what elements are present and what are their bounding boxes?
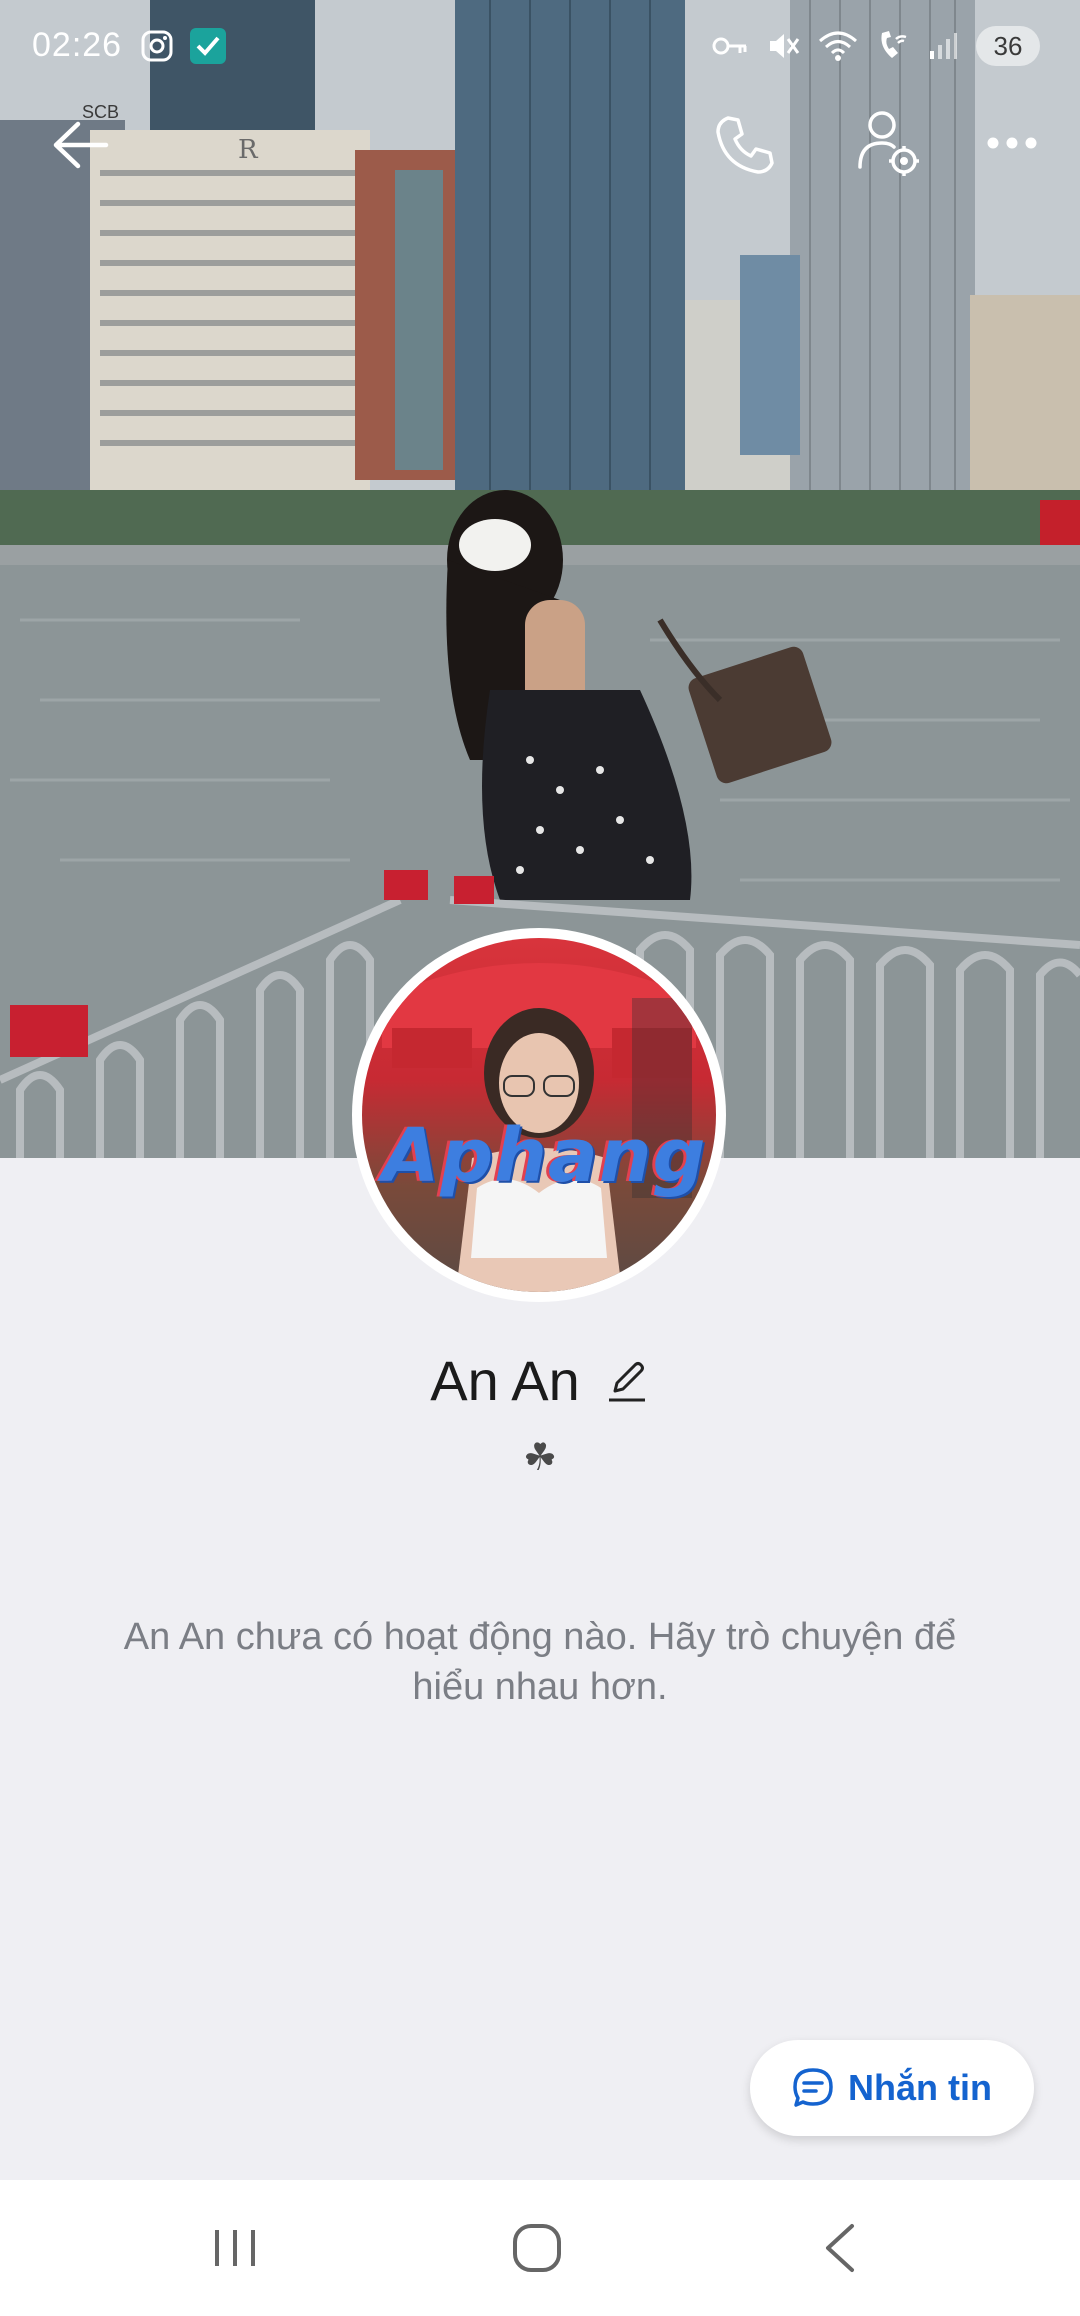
hotel-letter: R [238,135,259,165]
more-dots-icon [987,137,1037,149]
nav-back-icon [826,2224,854,2272]
status-right-icons: 36 [712,24,1040,68]
user-settings-icon [858,111,919,176]
back-arrow-icon [53,121,109,169]
verified-app-icon [190,28,226,64]
send-message-label: Nhắn tin [848,2067,992,2108]
recent-apps-button[interactable] [175,2180,295,2316]
avatar-photo: Aphang [362,938,716,1292]
call-button[interactable] [705,108,785,182]
status-left-icons [140,26,228,66]
more-options-button[interactable] [975,118,1049,168]
avatar-watermark: Aphang [382,1113,707,1199]
edit-name-button[interactable] [604,1356,650,1406]
wifi-calling-icon [881,31,907,58]
profile-avatar[interactable]: Aphang [352,928,726,1302]
profile-settings-button[interactable] [845,104,935,184]
battery-indicator: 36 [976,26,1040,66]
status-bar: 02:26 36 [0,0,1080,95]
phone-icon [716,116,774,174]
nav-back-button[interactable] [780,2180,900,2316]
profile-name: An An [430,1349,580,1412]
recent-apps-icon [215,2230,255,2266]
mute-icon [770,34,800,58]
empty-activity-message: An An chưa có hoạt động nào. Hãy trò chu… [123,1616,957,1708]
home-icon [513,2224,561,2272]
chat-bubble-icon [793,2068,833,2107]
system-navigation-bar [0,2180,1080,2316]
vpn-key-icon [712,37,747,55]
signal-icon [930,33,957,59]
instagram-icon [141,30,173,62]
wifi-icon [819,31,857,61]
home-button[interactable] [477,2180,597,2316]
pencil-icon [608,1361,645,1401]
back-button[interactable] [40,110,120,180]
status-emoji: ☘ [522,1435,558,1479]
profile-name-row: An An [0,1348,1080,1413]
send-message-button[interactable]: Nhắn tin [750,2040,1034,2136]
status-time: 02:26 [32,26,123,64]
